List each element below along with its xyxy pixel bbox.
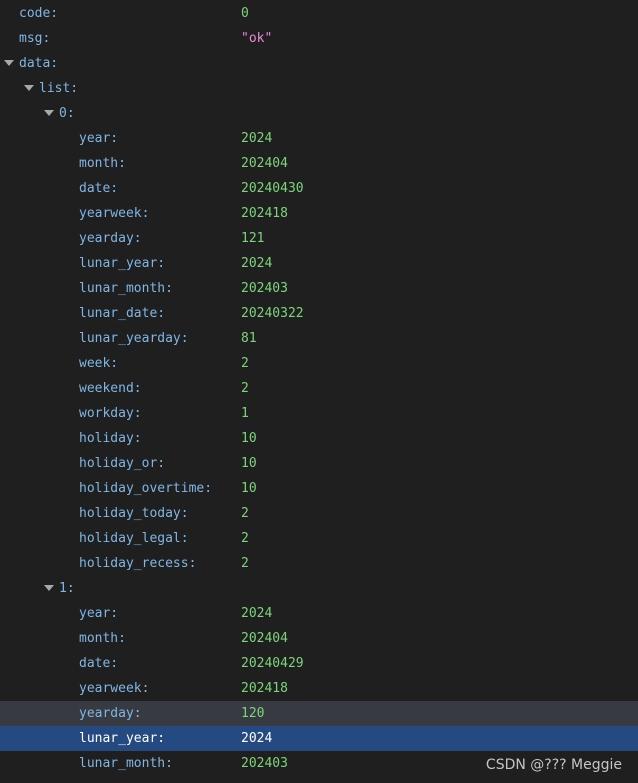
json-key: month: — [79, 631, 126, 646]
json-key: list: — [39, 81, 79, 96]
json-key: lunar_month: — [79, 281, 173, 296]
json-row[interactable]: lunar_yearday: 81 — [0, 326, 638, 351]
json-value-number: 2 — [241, 506, 249, 521]
json-key: holiday_or: — [79, 456, 166, 471]
json-key: yearweek: — [79, 681, 150, 696]
json-value-string: "ok" — [241, 31, 273, 46]
json-row-list-item-1[interactable]: 1: — [0, 576, 638, 601]
json-row[interactable]: month: 202404 — [0, 151, 638, 176]
json-value-number: 20240430 — [241, 181, 304, 196]
json-key: lunar_yearday: — [79, 331, 189, 346]
json-row-data[interactable]: data: — [0, 51, 638, 76]
json-value-number: 81 — [241, 331, 257, 346]
json-value-number: 0 — [241, 6, 249, 21]
json-row[interactable]: holiday_overtime: 10 — [0, 476, 638, 501]
json-row[interactable]: year: 2024 — [0, 126, 638, 151]
json-value-number: 121 — [241, 231, 265, 246]
json-row-hovered[interactable]: yearday: 120 — [0, 701, 638, 726]
expand-toggle-icon[interactable] — [23, 76, 35, 101]
json-row[interactable]: holiday_legal: 2 — [0, 526, 638, 551]
expand-toggle-icon[interactable] — [3, 51, 15, 76]
json-value-number: 202403 — [241, 756, 288, 771]
json-row-list-item-0[interactable]: 0: — [0, 101, 638, 126]
json-key: workday: — [79, 406, 142, 421]
json-row[interactable]: lunar_date: 20240322 — [0, 301, 638, 326]
json-key: yearday: — [79, 231, 142, 246]
json-value-number: 202404 — [241, 631, 288, 646]
json-key: year: — [79, 131, 119, 146]
json-key: msg: — [19, 31, 51, 46]
json-value-number: 10 — [241, 481, 257, 496]
json-row[interactable]: yearweek: 202418 — [0, 201, 638, 226]
json-key: yearweek: — [79, 206, 150, 221]
json-value-number: 202418 — [241, 206, 288, 221]
json-key: 0: — [59, 106, 75, 121]
json-row[interactable]: holiday_recess: 2 — [0, 551, 638, 576]
json-key: yearday: — [79, 706, 142, 721]
json-value-number: 202418 — [241, 681, 288, 696]
json-row[interactable]: weekend: 2 — [0, 376, 638, 401]
expand-toggle-icon[interactable] — [43, 101, 55, 126]
json-value-number: 2 — [241, 531, 249, 546]
json-row-list[interactable]: list: — [0, 76, 638, 101]
json-value-number: 2 — [241, 381, 249, 396]
json-key: year: — [79, 606, 119, 621]
json-value-number: 120 — [241, 706, 265, 721]
json-key: holiday_recess: — [79, 556, 197, 571]
json-value-number: 202404 — [241, 156, 288, 171]
json-key: data: — [19, 56, 59, 71]
json-row-code[interactable]: code: 0 — [0, 1, 638, 26]
json-value-number: 2 — [241, 556, 249, 571]
json-row[interactable]: month: 202404 — [0, 626, 638, 651]
json-value-number: 2 — [241, 356, 249, 371]
json-row[interactable]: lunar_year: 2024 — [0, 251, 638, 276]
json-key: month: — [79, 156, 126, 171]
json-key: weekend: — [79, 381, 142, 396]
json-key: code: — [19, 6, 59, 21]
json-row[interactable]: date: 20240429 — [0, 651, 638, 676]
json-value-number: 2024 — [241, 731, 273, 746]
json-key: holiday_overtime: — [79, 481, 213, 496]
json-key: lunar_month: — [79, 756, 173, 771]
json-row[interactable]: date: 20240430 — [0, 176, 638, 201]
json-key: holiday: — [79, 431, 142, 446]
json-row[interactable]: holiday: 10 — [0, 426, 638, 451]
json-value-number: 2024 — [241, 131, 273, 146]
json-value-number: 10 — [241, 431, 257, 446]
json-value-number: 2024 — [241, 606, 273, 621]
json-key: lunar_date: — [79, 306, 166, 321]
json-value-number: 20240322 — [241, 306, 304, 321]
json-value-number: 2024 — [241, 256, 273, 271]
json-row[interactable]: year: 2024 — [0, 601, 638, 626]
json-row-selected[interactable]: lunar_year: 2024 — [0, 726, 638, 751]
json-key: holiday_legal: — [79, 531, 189, 546]
json-key: date: — [79, 656, 119, 671]
json-value-number: 1 — [241, 406, 249, 421]
json-value-number: 10 — [241, 456, 257, 471]
json-value-number: 202403 — [241, 281, 288, 296]
json-row[interactable]: holiday_today: 2 — [0, 501, 638, 526]
json-key: lunar_year: — [79, 256, 166, 271]
json-viewer: code: 0 msg: "ok" data: list: 0: year: 2… — [0, 0, 638, 783]
json-key: week: — [79, 356, 119, 371]
watermark: CSDN @??? Meggie — [485, 757, 622, 773]
json-value-number: 20240429 — [241, 656, 304, 671]
expand-toggle-icon[interactable] — [43, 576, 55, 601]
json-row[interactable]: lunar_month: 202403 — [0, 276, 638, 301]
json-row[interactable]: yearday: 121 — [0, 226, 638, 251]
json-row[interactable]: week: 2 — [0, 351, 638, 376]
json-key: holiday_today: — [79, 506, 189, 521]
json-row-msg[interactable]: msg: "ok" — [0, 26, 638, 51]
json-key: date: — [79, 181, 119, 196]
json-row[interactable]: yearweek: 202418 — [0, 676, 638, 701]
json-row[interactable]: holiday_or: 10 — [0, 451, 638, 476]
json-key: 1: — [59, 581, 75, 596]
json-row[interactable]: workday: 1 — [0, 401, 638, 426]
json-key: lunar_year: — [79, 731, 166, 746]
